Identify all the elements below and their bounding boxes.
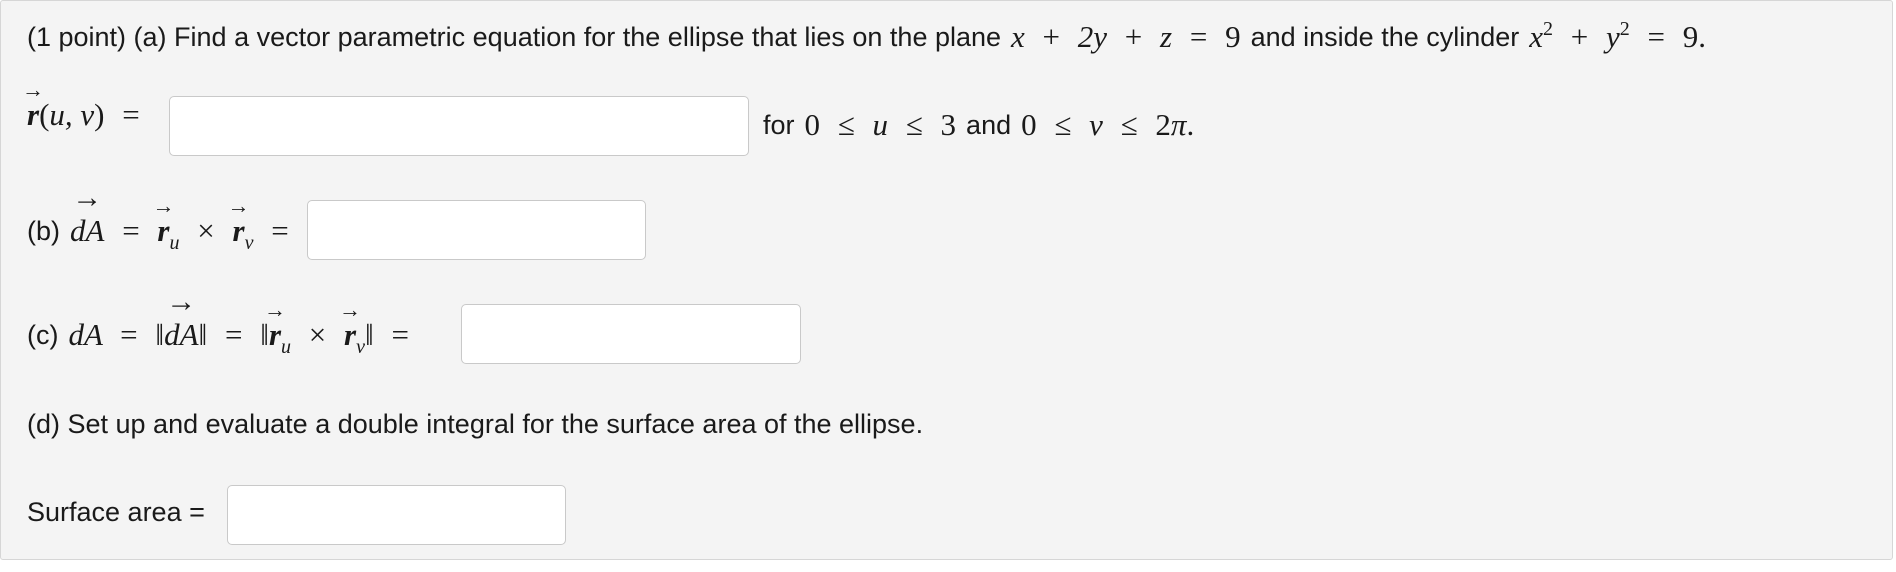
part-a-prompt: (1 point) (a) Find a vector parametric e… xyxy=(27,18,1707,55)
part-b-label: (b) → dA = → ru × → rv = xyxy=(27,181,299,255)
part-b-formula: → dA = → ru × → rv = xyxy=(70,181,289,255)
answer-d-input[interactable] xyxy=(227,485,566,545)
part-c-formula: dA = ‖ → dA‖ = ‖ → ru × → rv‖ = xyxy=(68,285,409,359)
part-c-label: (c) dA = ‖ → dA‖ = ‖ → ru × → rv‖ = xyxy=(27,285,419,359)
r-label: → r(u, v) = xyxy=(22,77,140,133)
vector-r: → r xyxy=(22,77,45,133)
u-range: 0 ≤ u ≤ 3 xyxy=(804,107,957,142)
plane-equation: x + 2y + z = 9 xyxy=(1011,19,1241,54)
problem-panel: (1 point) (a) Find a vector parametric e… xyxy=(0,0,1893,560)
part-a-mid: and inside the cylinder xyxy=(1250,21,1520,52)
vector-dA: → dA xyxy=(70,181,105,249)
surface-area-label: Surface area = xyxy=(27,497,205,527)
v-range: 0 ≤ v ≤ 2π. xyxy=(1021,107,1195,142)
part-a-intro: (1 point) (a) Find a vector parametric e… xyxy=(27,21,1002,52)
part-d-prompt: (d) Set up and evaluate a double integra… xyxy=(27,409,924,439)
parameter-ranges: for 0 ≤ u ≤ 3 and 0 ≤ v ≤ 2π. xyxy=(763,107,1195,142)
answer-a-input[interactable] xyxy=(169,96,749,156)
answer-c-input[interactable] xyxy=(461,304,801,364)
answer-b-input[interactable] xyxy=(307,200,646,260)
cylinder-equation: x2 + y2 = 9. xyxy=(1529,18,1707,54)
